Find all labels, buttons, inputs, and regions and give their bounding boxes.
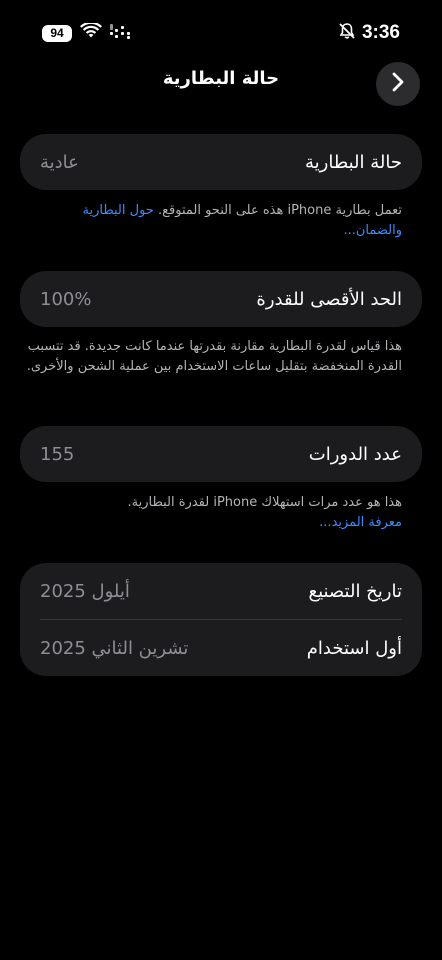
manufacture-date-value: أيلول 2025: [40, 580, 130, 602]
clock: 3:36: [361, 22, 400, 43]
no-signal-icon: [110, 23, 132, 43]
battery-health-footnote: تعمل بطارية iPhone هذه على النحو المتوقع…: [20, 201, 403, 241]
cycle-count-value: 155: [40, 443, 75, 465]
battery-health-screen: 94 3:36 حالة البطارية حالة البطارية عادي…: [0, 0, 442, 960]
battery-health-row[interactable]: حالة البطارية عادية: [20, 134, 422, 190]
manufacture-date-row: تاريخ التصنيع أيلول 2025: [20, 563, 422, 619]
battery-health-card[interactable]: حالة البطارية عادية: [20, 134, 422, 190]
maximum-capacity-row: الحد الأقصى للقدرة 100%: [20, 271, 422, 327]
dates-card: تاريخ التصنيع أيلول 2025 أول استخدام تشر…: [20, 563, 422, 676]
manufacture-date-label: تاريخ التصنيع: [308, 580, 402, 602]
cycle-count-footnote: هذا هو عدد مرات استهلاك iPhone لقدرة الب…: [20, 493, 402, 533]
wifi-icon: [80, 21, 102, 43]
battery-level: 94: [50, 26, 64, 40]
maximum-capacity-label: الحد الأقصى للقدرة: [256, 288, 402, 310]
back-button[interactable]: [376, 62, 420, 106]
cycle-count-label: عدد الدورات: [308, 443, 402, 465]
battery-health-note: تعمل بطارية iPhone هذه على النحو المتوقع…: [157, 203, 402, 218]
chevron-right-icon: [391, 71, 405, 97]
status-bar-right: 3:36: [338, 20, 400, 46]
battery-health-value: عادية: [40, 151, 79, 173]
first-use-row: أول استخدام تشرين الثاني 2025: [20, 620, 422, 676]
bell-muted-icon: [338, 22, 356, 44]
status-bar-left: 94: [42, 21, 132, 44]
battery-indicator: 94: [42, 24, 72, 42]
battery-health-label: حالة البطارية: [305, 151, 402, 173]
maximum-capacity-value: 100%: [40, 288, 92, 310]
learn-more-link[interactable]: معرفة المزيد...: [319, 515, 402, 530]
cycle-count-card: عدد الدورات 155: [20, 426, 422, 482]
first-use-value: تشرين الثاني 2025: [40, 637, 189, 659]
cycle-count-note: هذا هو عدد مرات استهلاك iPhone لقدرة الب…: [127, 495, 402, 510]
status-bar: 94 3:36: [0, 0, 442, 64]
cycle-count-row: عدد الدورات 155: [20, 426, 422, 482]
maximum-capacity-footnote: هذا قياس لقدرة البطارية مقارنة بقدرتها ع…: [26, 339, 402, 374]
maximum-capacity-card: الحد الأقصى للقدرة 100%: [20, 271, 422, 327]
first-use-label: أول استخدام: [306, 637, 402, 659]
